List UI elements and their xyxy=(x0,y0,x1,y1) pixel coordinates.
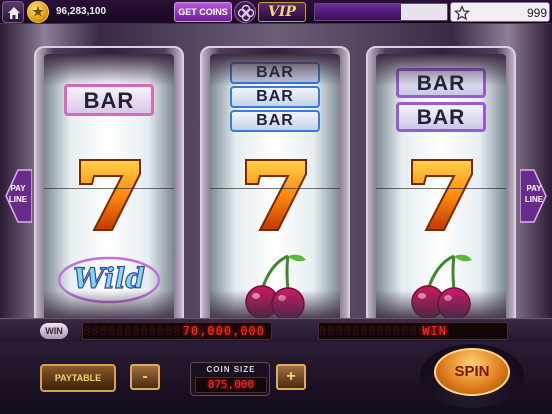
reel-3: BAR BAR xyxy=(376,54,506,322)
xp-progress-bar xyxy=(314,3,448,21)
bar-symbol: BAR xyxy=(230,62,320,84)
top-bar: ★ 96,283,100 GET COINS VIP 999 xyxy=(0,0,552,24)
cherry-symbol xyxy=(411,254,472,321)
reel-2: BAR BAR BAR xyxy=(210,54,340,322)
coin-size-label: COIN SIZE xyxy=(206,365,256,374)
reel-frame-2: BAR BAR BAR xyxy=(200,46,350,330)
get-coins-button[interactable]: GET COINS xyxy=(174,2,232,22)
reel-1: BAR Wild xyxy=(44,54,174,322)
reel-frame-3: BAR BAR xyxy=(366,46,516,330)
bar-symbol: BAR xyxy=(64,84,154,116)
payline-indicator-left: PAY LINE xyxy=(4,168,32,224)
home-icon xyxy=(8,7,20,19)
increase-coin-size-button[interactable]: + xyxy=(276,364,306,390)
wild-symbol: Wild xyxy=(57,256,161,304)
coin-size-panel: COIN SIZE 875,000 xyxy=(190,362,270,396)
decrease-coin-size-button[interactable]: - xyxy=(130,364,160,390)
led-background-digits: 8888888888888888 xyxy=(319,324,451,338)
star-count: 999 xyxy=(526,6,547,20)
payline-label-pay: PAY xyxy=(10,184,26,193)
bar-symbol: BAR xyxy=(230,86,320,108)
seven-symbol xyxy=(79,159,141,231)
payline-label-pay: PAY xyxy=(526,184,542,193)
win-label: WIN xyxy=(40,323,68,339)
payline-label-line: LINE xyxy=(524,195,544,204)
control-row: PAYTABLE - COIN SIZE 875,000 + SPIN xyxy=(0,342,552,414)
coin-icon: ★ xyxy=(27,1,49,23)
coin-balance: 96,283,100 xyxy=(56,6,107,17)
star-icon xyxy=(454,5,470,21)
seven-symbol xyxy=(245,159,307,231)
payline xyxy=(210,188,340,189)
vip-button[interactable]: VIP xyxy=(258,2,306,22)
payline-label-line: LINE xyxy=(8,195,28,204)
bar-symbol: BAR xyxy=(396,102,486,132)
wild-text: Wild xyxy=(73,262,145,295)
total-win-value: 70,000,000 xyxy=(182,324,265,338)
paytable-button[interactable]: PAYTABLE xyxy=(40,364,116,392)
bar-symbol: BAR xyxy=(396,68,486,98)
status-value: WIN xyxy=(422,324,447,338)
seven-symbol xyxy=(411,159,473,231)
home-button[interactable] xyxy=(2,1,24,23)
spin-label: SPIN xyxy=(434,348,510,396)
clover-icon[interactable] xyxy=(234,1,256,23)
bar-symbol: BAR xyxy=(230,110,320,132)
spin-button[interactable]: SPIN xyxy=(420,344,524,408)
reel-frame-1: BAR Wild xyxy=(34,46,184,330)
payline xyxy=(376,188,506,189)
coin-size-value: 875,000 xyxy=(195,377,267,393)
payline xyxy=(44,188,174,189)
star-counter: 999 xyxy=(450,2,550,22)
total-win-meter: 8888888888888888 70,000,000 xyxy=(82,322,272,340)
status-meter: 8888888888888888 WIN xyxy=(318,322,508,340)
xp-progress-fill xyxy=(315,4,401,20)
cherry-symbol xyxy=(245,254,306,321)
payline-indicator-right: PAY LINE xyxy=(520,168,548,224)
meter-row: WIN 8888888888888888 70,000,000 88888888… xyxy=(0,318,552,342)
